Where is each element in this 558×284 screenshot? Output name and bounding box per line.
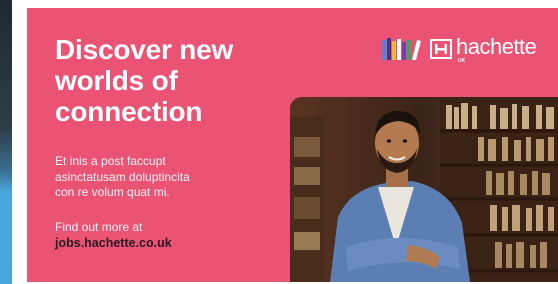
headline-line: Discover new xyxy=(55,34,234,65)
adjacent-image-edge xyxy=(0,0,12,284)
hero-photo xyxy=(290,97,558,282)
hachette-mark-icon xyxy=(430,39,452,59)
body-line: con re volum quat mi. xyxy=(55,185,170,199)
advertisement-banner[interactable]: Discover new worlds of connection Et ini… xyxy=(27,8,558,282)
headline-line: worlds of xyxy=(55,65,178,96)
body-line: Et inis a post faccupt xyxy=(55,154,166,168)
body-line: asinctatusam doluptincita xyxy=(55,169,190,184)
brand-wordmark: hachette xyxy=(456,34,537,59)
hachette-logo[interactable]: hachette UK xyxy=(382,34,552,64)
cta-label: Find out more at xyxy=(55,220,143,234)
books-logo-icon xyxy=(382,38,421,60)
brand-region: UK xyxy=(458,58,466,64)
careers-link[interactable]: jobs.hachette.co.uk xyxy=(55,236,172,251)
headline-line: connection xyxy=(55,96,203,127)
headline: Discover new worlds of connection xyxy=(55,34,295,127)
photo-illustration xyxy=(290,97,558,282)
body-copy: Et inis a post faccupt asinctatusam dolu… xyxy=(55,154,285,201)
